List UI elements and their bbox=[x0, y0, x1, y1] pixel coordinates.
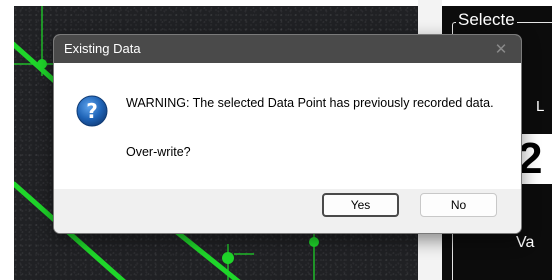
svg-text:?: ? bbox=[86, 99, 98, 123]
dialog-titlebar[interactable]: Existing Data ✕ bbox=[54, 35, 521, 63]
question-icon: ? bbox=[76, 95, 108, 127]
existing-data-dialog: Existing Data ✕ ? WARNING: The selected … bbox=[53, 34, 522, 234]
dialog-title: Existing Data bbox=[64, 41, 141, 56]
panel-title: Selecte bbox=[456, 10, 517, 30]
no-button[interactable]: No bbox=[420, 193, 497, 217]
yes-button[interactable]: Yes bbox=[322, 193, 399, 217]
overwrite-prompt: Over-write? bbox=[126, 145, 191, 159]
dialog-content: ? WARNING: The selected Data Point has p… bbox=[54, 63, 521, 191]
panel-label-l: L bbox=[536, 98, 545, 115]
warning-message: WARNING: The selected Data Point has pre… bbox=[126, 96, 494, 110]
close-button[interactable]: ✕ bbox=[481, 35, 521, 63]
close-icon: ✕ bbox=[494, 40, 508, 58]
panel-label-va: Va bbox=[516, 234, 535, 251]
